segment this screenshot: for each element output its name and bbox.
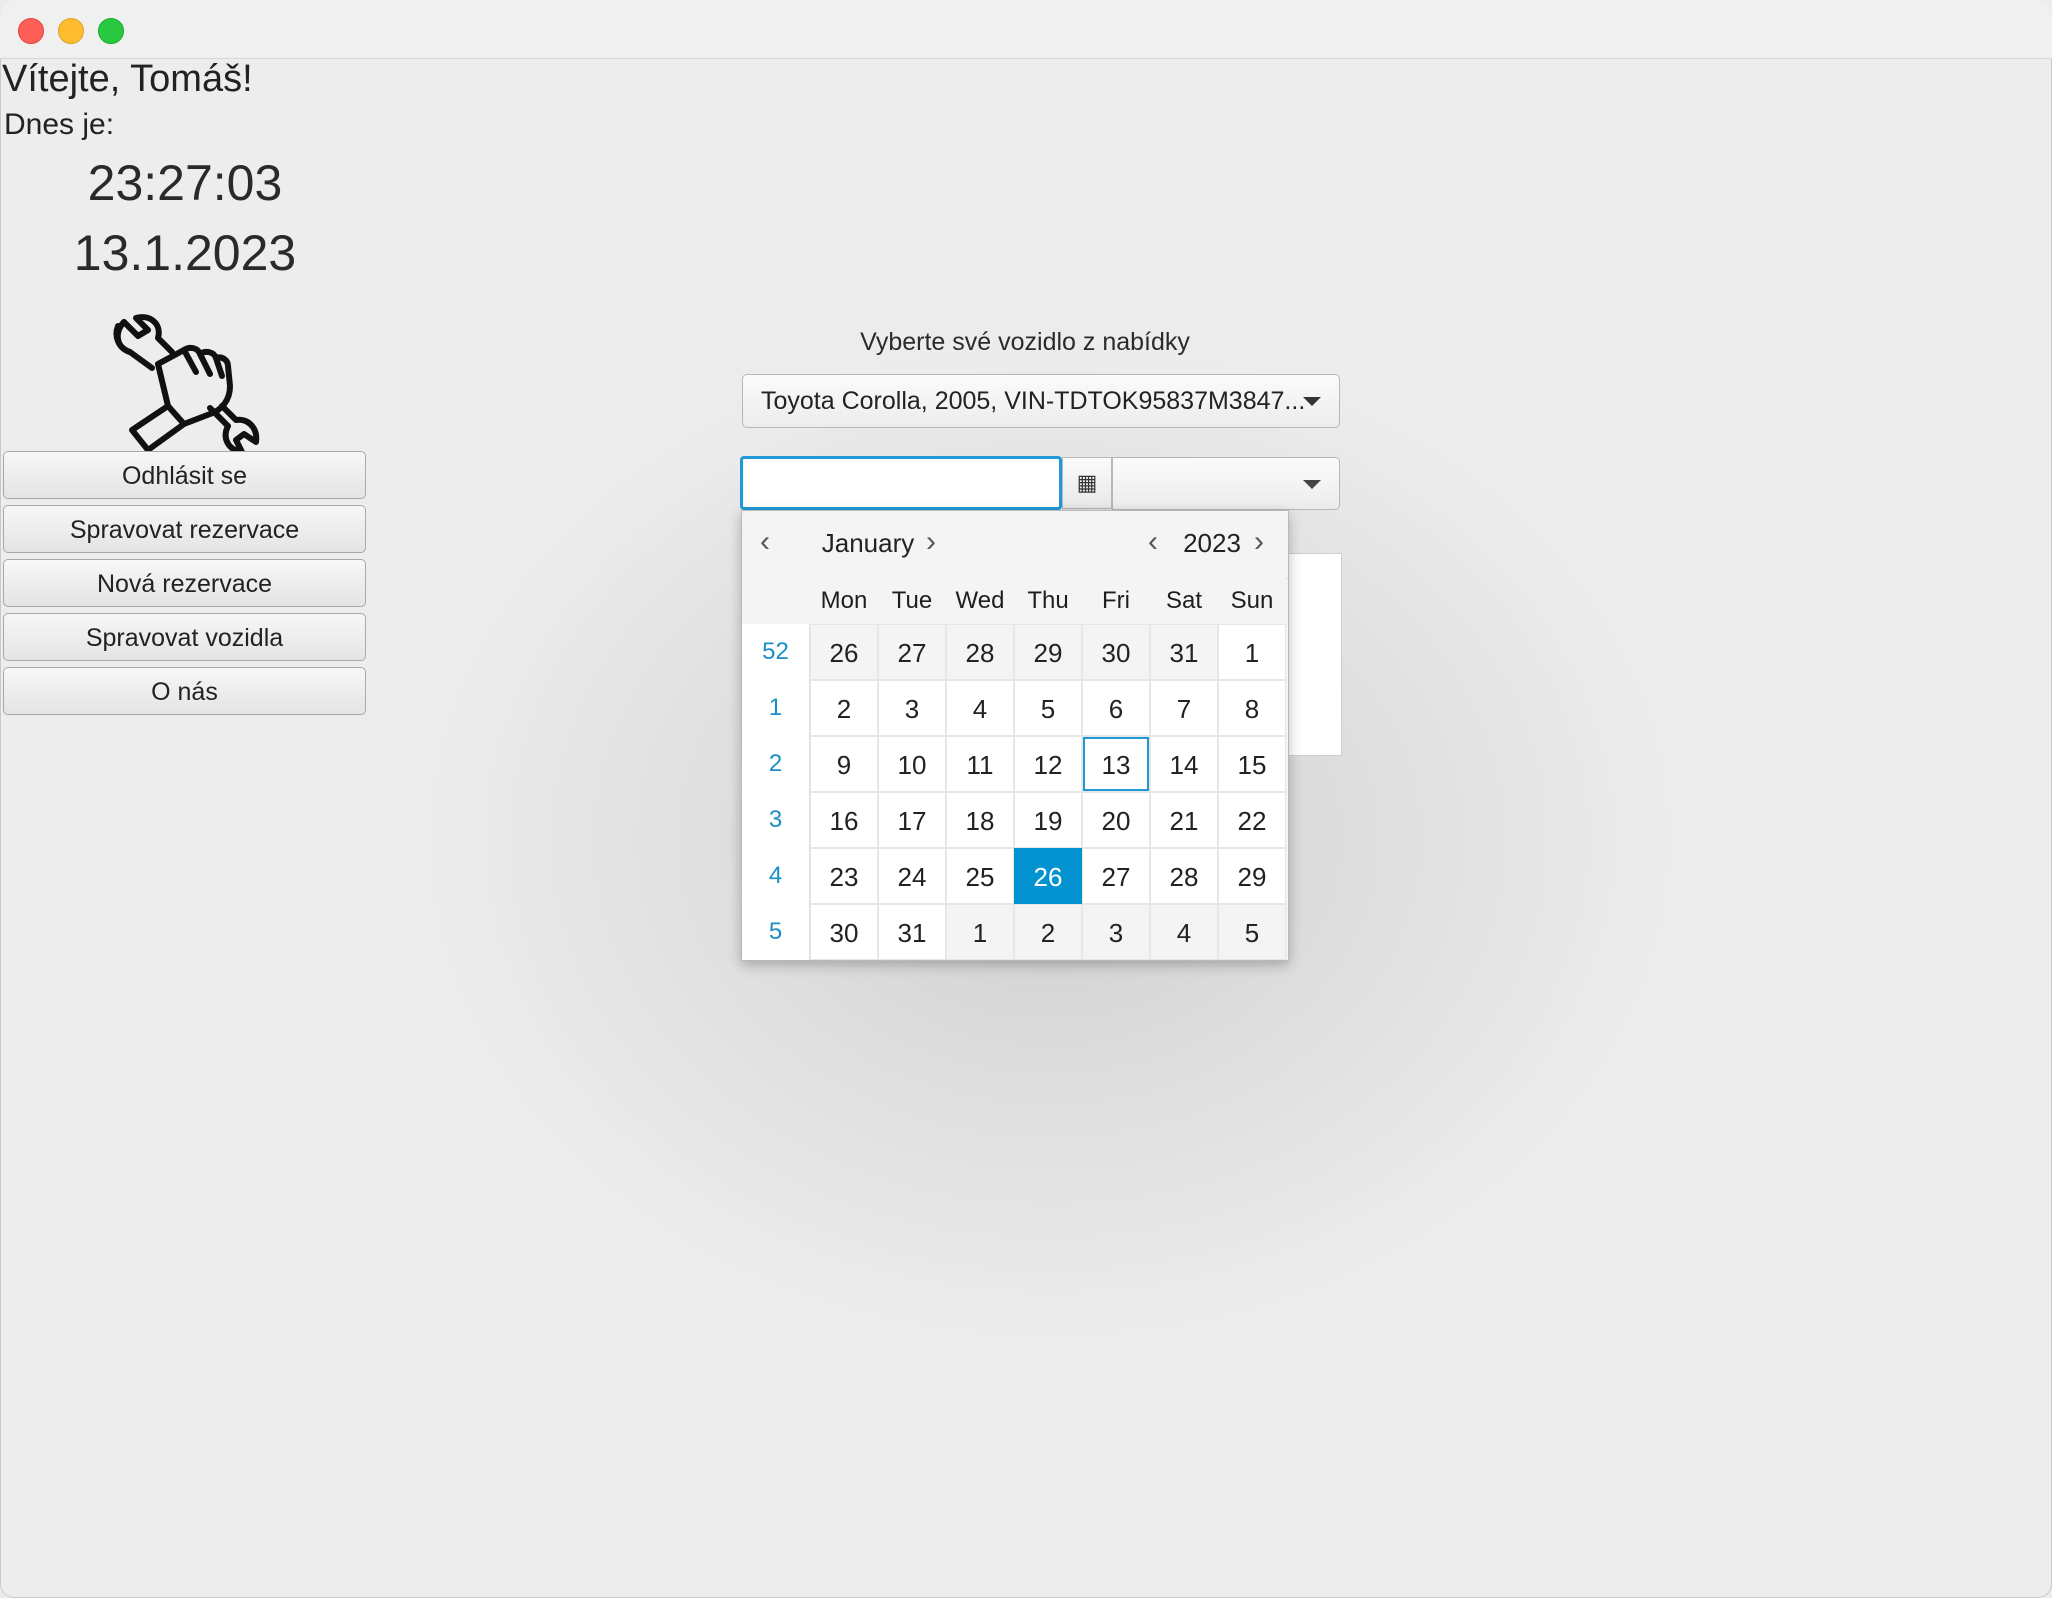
- vehicle-select[interactable]: Toyota Corolla, 2005, VIN-TDTOK95837M384…: [742, 374, 1340, 428]
- week-number: 1: [742, 680, 810, 736]
- week-number: 2: [742, 736, 810, 792]
- minimize-window-button[interactable]: [58, 18, 84, 44]
- today-label: Dnes je:: [4, 108, 115, 141]
- calendar-day[interactable]: 29: [1218, 848, 1286, 904]
- logout-button[interactable]: Odhlásit se: [3, 451, 366, 499]
- previous-year-button[interactable]: ‹: [1148, 525, 1158, 559]
- calendar-day[interactable]: 5: [1218, 904, 1286, 960]
- about-us-button[interactable]: O nás: [3, 667, 366, 715]
- calendar-day[interactable]: 28: [1150, 848, 1218, 904]
- calendar-day[interactable]: 29: [1014, 624, 1082, 680]
- calendar-day[interactable]: 14: [1150, 736, 1218, 792]
- calendar-day[interactable]: 31: [878, 904, 946, 960]
- calendar-day[interactable]: 16: [810, 792, 878, 848]
- wrench-in-fist-icon: [113, 314, 260, 455]
- calendar-day[interactable]: 26: [1014, 848, 1082, 904]
- weekday-header: Fri: [1082, 578, 1150, 624]
- week-number-header: [742, 578, 810, 624]
- calendar-day[interactable]: 21: [1150, 792, 1218, 848]
- calendar-day[interactable]: 20: [1082, 792, 1150, 848]
- manage-reservations-button[interactable]: Spravovat rezervace: [3, 505, 366, 553]
- week-number: 3: [742, 792, 810, 848]
- notes-textarea[interactable]: [1288, 553, 1342, 756]
- next-year-button[interactable]: ›: [1254, 525, 1264, 559]
- calendar-icon: ▦: [1076, 470, 1098, 495]
- calendar-day[interactable]: 12: [1014, 736, 1082, 792]
- calendar-day[interactable]: 19: [1014, 792, 1082, 848]
- maximize-window-button[interactable]: [98, 18, 124, 44]
- calendar-day[interactable]: 15: [1218, 736, 1286, 792]
- calendar-day[interactable]: 8: [1218, 680, 1286, 736]
- close-window-button[interactable]: [18, 18, 44, 44]
- current-date: 13.1.2023: [73, 225, 297, 281]
- chevron-down-icon: [1303, 480, 1321, 489]
- calendar-day[interactable]: 3: [878, 680, 946, 736]
- calendar-day[interactable]: 4: [946, 680, 1014, 736]
- reservation-time-select[interactable]: [1112, 457, 1340, 510]
- weekday-header: Thu: [1014, 578, 1082, 624]
- week-number: 5: [742, 904, 810, 960]
- calendar-toggle-button[interactable]: ▦: [1062, 457, 1112, 509]
- current-time: 23:27:03: [87, 155, 283, 211]
- calendar-day[interactable]: 26: [810, 624, 878, 680]
- calendar-day[interactable]: 3: [1082, 904, 1150, 960]
- manage-vehicles-button[interactable]: Spravovat vozidla: [3, 613, 366, 661]
- calendar-day[interactable]: 2: [1014, 904, 1082, 960]
- next-month-button[interactable]: ›: [926, 525, 936, 559]
- calendar-day[interactable]: 4: [1150, 904, 1218, 960]
- calendar-day[interactable]: 5: [1014, 680, 1082, 736]
- vehicle-prompt-label: Vyberte své vozidlo z nabídky: [860, 328, 1190, 356]
- calendar-day[interactable]: 18: [946, 792, 1014, 848]
- year-label: 2023: [1183, 528, 1241, 558]
- calendar-day[interactable]: 1: [1218, 624, 1286, 680]
- calendar-day[interactable]: 9: [810, 736, 878, 792]
- calendar-day[interactable]: 10: [878, 736, 946, 792]
- calendar-day[interactable]: 1: [946, 904, 1014, 960]
- calendar-day[interactable]: 13: [1082, 736, 1150, 792]
- weekday-header: Mon: [810, 578, 878, 624]
- calendar-day[interactable]: 6: [1082, 680, 1150, 736]
- weekday-header: Sun: [1218, 578, 1286, 624]
- weekday-header: Wed: [946, 578, 1014, 624]
- week-number: 52: [742, 624, 810, 680]
- calendar-day[interactable]: 22: [1218, 792, 1286, 848]
- calendar-day[interactable]: 28: [946, 624, 1014, 680]
- new-reservation-button[interactable]: Nová rezervace: [3, 559, 366, 607]
- calendar-day[interactable]: 27: [878, 624, 946, 680]
- weekday-header: Sat: [1150, 578, 1218, 624]
- weekday-header: Tue: [878, 578, 946, 624]
- app-window: Vítejte, Tomáš! Dnes je: 23:27:03 13.1.2…: [0, 0, 2052, 1598]
- date-picker-popup: ‹ January › ‹ 2023 › Mon Tue Wed Thu Fri Sat S…: [741, 510, 1289, 961]
- previous-month-button[interactable]: ‹: [760, 525, 770, 559]
- calendar-day[interactable]: 30: [810, 904, 878, 960]
- month-label: January: [821, 528, 915, 558]
- calendar-day[interactable]: 24: [878, 848, 946, 904]
- calendar-day[interactable]: 23: [810, 848, 878, 904]
- calendar-day[interactable]: 30: [1082, 624, 1150, 680]
- calendar-day[interactable]: 2: [810, 680, 878, 736]
- welcome-heading: Vítejte, Tomáš!: [2, 58, 253, 100]
- calendar-header: ‹ January › ‹ 2023 ›: [742, 511, 1288, 579]
- vehicle-select-value: Toyota Corolla, 2005, VIN-TDTOK95837M384…: [761, 387, 1306, 415]
- calendar-day[interactable]: 11: [946, 736, 1014, 792]
- calendar-day[interactable]: 7: [1150, 680, 1218, 736]
- calendar-day[interactable]: 31: [1150, 624, 1218, 680]
- calendar-day[interactable]: 25: [946, 848, 1014, 904]
- calendar-day[interactable]: 27: [1082, 848, 1150, 904]
- chevron-down-icon: [1303, 397, 1321, 406]
- calendar-day[interactable]: 17: [878, 792, 946, 848]
- reservation-date-input[interactable]: [740, 456, 1062, 510]
- week-number: 4: [742, 848, 810, 904]
- title-bar: [0, 0, 2052, 59]
